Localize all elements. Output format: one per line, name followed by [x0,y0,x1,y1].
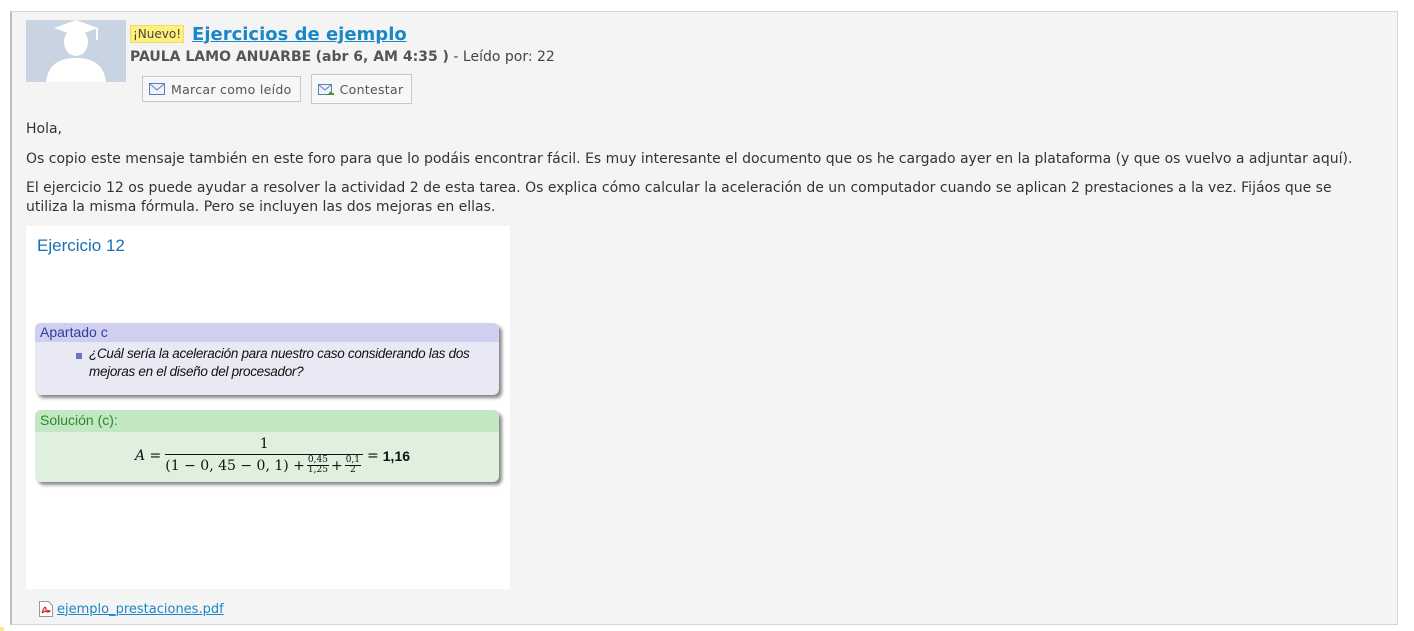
embedded-slide-image: Ejercicio 12 Apartado c ¿Cuál sería la a… [26,226,510,589]
question-header: Apartado c [35,323,499,342]
formula-equals: = [367,447,379,464]
greeting-text: Hola, [26,121,63,137]
solution-header: Solución (c): [35,410,499,432]
body-paragraph-1: Os copio este mensaje también en este fo… [26,151,1353,167]
formula-lhs: A = [135,447,162,464]
formula-den-part1: (1 − 0, 45 − 0, 1) + [165,457,305,474]
envelope-icon [149,83,165,95]
formula: A = 1 (1 − 0, 45 − 0, 1) + 0,45 1,25 + 0… [135,436,410,475]
solution-box: Solución (c): A = 1 (1 − 0, 45 − 0, 1) +… [35,410,499,482]
reply-button[interactable]: Contestar [310,74,413,104]
new-badge: ¡Nuevo! [130,25,185,43]
body-paragraph-2: El ejercicio 12 os puede ayudar a resolv… [26,180,1332,215]
mark-read-button[interactable]: Marcar como leído [142,76,301,102]
question-text: ¿Cuál sería la aceleración para nuestro … [89,346,470,379]
post-header: ¡Nuevo! Ejercicios de ejemplo [130,22,407,46]
small-frac-2-den: 2 [350,465,356,475]
attachment-link[interactable]: ejemplo_prestaciones.pdf [57,602,224,617]
bullet-icon [76,353,82,359]
divider [0,627,4,631]
mark-read-label: Marcar como leído [171,81,292,97]
reply-envelope-icon [317,84,334,95]
post-title-link[interactable]: Ejercicios de ejemplo [192,24,407,45]
formula-fraction: 1 (1 − 0, 45 − 0, 1) + 0,45 1,25 + 0,1 2 [165,436,364,475]
formula-small-fraction-1: 0,45 1,25 [306,456,329,475]
user-silhouette-icon [26,20,126,82]
reply-label: Contestar [339,81,404,97]
formula-numerator: 1 [259,436,269,452]
question-box: Apartado c ¿Cuál sería la aceleración pa… [35,323,499,395]
attachment: ejemplo_prestaciones.pdf [39,601,224,617]
formula-result: 1,16 [382,447,411,464]
slide-title: Ejercicio 12 [37,236,125,255]
read-count: - Leído por: 22 [453,49,555,65]
formula-small-fraction-2: 0,1 2 [344,456,362,475]
post-meta: PAULA LAMO ANUARBE (abr 6, AM 4:35 ) - L… [130,49,555,65]
author-name: PAULA LAMO ANUARBE [130,49,312,65]
formula-denominator: (1 − 0, 45 − 0, 1) + 0,45 1,25 + 0,1 2 [165,454,364,475]
pdf-file-icon [39,601,53,617]
post-actions: Marcar como leído Contestar [142,74,413,104]
formula-plus: + [330,457,343,474]
post-date: (abr 6, AM 4:35 ) [315,49,449,65]
small-frac-1-den: 1,25 [307,465,328,475]
avatar [26,20,126,82]
forum-post: ¡Nuevo! Ejercicios de ejemplo PAULA LAMO… [10,11,1398,625]
